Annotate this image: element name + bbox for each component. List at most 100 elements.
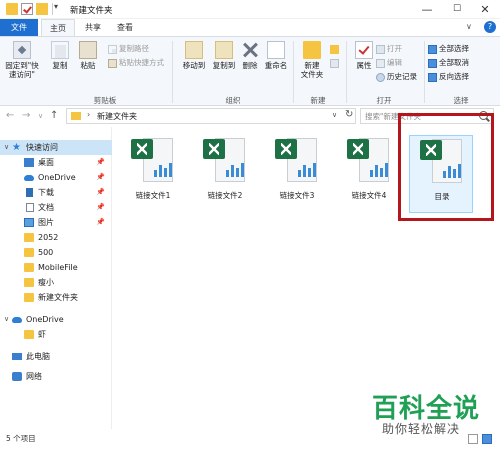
folder-icon <box>24 248 34 257</box>
pin-icon: 📌 <box>96 203 105 211</box>
new-folder-quick-icon[interactable] <box>36 3 48 15</box>
copy-path-button[interactable]: 复制路径 <box>108 43 149 54</box>
history-icon <box>376 72 385 82</box>
properties-quick-icon[interactable] <box>21 3 33 15</box>
ribbon-tabs: 文件 主页 共享 查看 ∨ ? <box>0 19 500 36</box>
sidebar-item-new-folder[interactable]: 新建文件夹 <box>0 290 112 305</box>
minimize-button[interactable]: — <box>412 0 442 19</box>
refresh-icon[interactable]: ↻ <box>345 109 353 120</box>
sidebar-item-mobilefile[interactable]: MobileFile <box>0 260 112 275</box>
tab-home[interactable]: 主页 <box>41 19 75 36</box>
new-group-label: 新建 <box>310 96 326 105</box>
invert-selection-button[interactable]: 反向选择 <box>428 71 469 82</box>
history-button[interactable]: 历史记录 <box>376 71 417 82</box>
pin-icon: 📌 <box>96 173 105 181</box>
recent-locations-icon[interactable]: ∨ <box>38 112 43 120</box>
pin-label: 固定到"快 速访问" <box>5 61 39 79</box>
select-group-label: 选择 <box>453 96 469 105</box>
tab-file[interactable]: 文件 <box>0 19 38 36</box>
back-arrow-icon[interactable]: ← <box>6 110 14 121</box>
cloud-icon <box>24 175 34 181</box>
file-name: 链接文件1 <box>135 191 171 200</box>
tab-share[interactable]: 共享 <box>78 19 108 36</box>
select-all-button[interactable]: 全部选择 <box>428 43 469 54</box>
copy-path-label: 复制路径 <box>119 44 149 53</box>
sidebar-item-pictures[interactable]: 图片 📌 <box>0 215 112 230</box>
new-folder-button[interactable]: 新建 文件夹 <box>292 41 332 79</box>
folder-icon <box>24 263 34 272</box>
pin-icon: 📌 <box>96 218 105 226</box>
folder-icon <box>24 278 34 287</box>
pin-icon: 📌 <box>96 158 105 166</box>
sidebar-item-desktop[interactable]: 桌面 📌 <box>0 155 112 170</box>
move-to-label: 移动到 <box>182 61 206 70</box>
folder-icon <box>24 293 34 302</box>
sidebar-item-shouxiao[interactable]: 瘦小 <box>0 275 112 290</box>
document-icon <box>26 203 34 212</box>
file-item[interactable]: 链接文件3 <box>265 135 329 213</box>
help-icon[interactable]: ? <box>484 21 496 33</box>
chevron-down-icon[interactable]: ∨ <box>4 312 9 327</box>
sidebar-item-2052[interactable]: 2052 <box>0 230 112 245</box>
customize-toolbar-icon[interactable]: ▾ <box>54 2 58 11</box>
sidebar-item-label: 桌面 <box>38 158 54 167</box>
up-arrow-icon[interactable]: ↑ <box>50 110 58 121</box>
sidebar-item-network[interactable]: 网络 <box>0 369 112 384</box>
sidebar-item-label: 网络 <box>26 372 42 381</box>
chevron-right-icon[interactable]: › <box>87 110 90 119</box>
select-none-button[interactable]: 全部取消 <box>428 57 469 68</box>
maximize-button[interactable]: ☐ <box>442 0 472 19</box>
sidebar-item-label: 快速访问 <box>26 143 58 152</box>
rename-button[interactable]: 重命名 <box>256 41 296 70</box>
cloud-icon <box>12 317 22 323</box>
sidebar-item-this-pc[interactable]: 此电脑 <box>0 349 112 364</box>
sidebar-item-documents[interactable]: 文档 📌 <box>0 200 112 215</box>
edit-icon <box>376 58 385 68</box>
item-count: 5 个项目 <box>6 434 36 443</box>
chevron-down-icon[interactable]: ∨ <box>4 140 9 155</box>
sidebar-item-label: 2052 <box>38 233 59 242</box>
file-item[interactable]: 链接文件1 <box>121 135 185 213</box>
sidebar-item-label: 500 <box>38 248 54 257</box>
invert-selection-label: 反向选择 <box>439 72 469 81</box>
ribbon: 固定到"快 速访问" 复制 粘贴 复制路径 粘贴快捷方式 剪贴板 移动到 复制到… <box>0 36 500 106</box>
easy-access-button[interactable] <box>330 57 341 68</box>
sidebar-item-label: 虾 <box>38 330 46 339</box>
new-folder-label: 新建 文件夹 <box>300 61 324 79</box>
clipboard-group-label: 剪贴板 <box>93 96 117 105</box>
select-none-label: 全部取消 <box>439 58 469 67</box>
invert-selection-icon <box>428 72 437 82</box>
sidebar-item-xia[interactable]: 虾 <box>0 327 112 342</box>
computer-icon <box>12 353 22 360</box>
address-path[interactable]: 新建文件夹 <box>97 111 137 122</box>
expand-ribbon-icon[interactable]: ∨ <box>466 22 472 31</box>
rename-label: 重命名 <box>264 61 288 70</box>
sidebar-item-500[interactable]: 500 <box>0 245 112 260</box>
sidebar-item-label: MobileFile <box>38 263 78 272</box>
open-button[interactable]: 打开 <box>376 43 402 54</box>
pin-icon <box>13 41 31 59</box>
pin-quick-access-button[interactable]: 固定到"快 速访问" <box>2 41 42 79</box>
sidebar-item-onedrive-quick[interactable]: OneDrive 📌 <box>0 170 112 185</box>
select-none-icon <box>428 58 437 68</box>
title-bar: ▾ 新建文件夹 — ☐ ✕ <box>0 0 500 19</box>
chevron-down-icon[interactable]: ∨ <box>332 111 337 119</box>
paste-label: 粘贴 <box>80 61 96 70</box>
sidebar-item-quick-access[interactable]: ∨ ★ 快速访问 <box>0 140 112 155</box>
sidebar-item-downloads[interactable]: 下载 📌 <box>0 185 112 200</box>
address-input[interactable]: › 新建文件夹 ∨ ↻ <box>66 108 356 124</box>
file-item[interactable]: 链接文件4 <box>337 135 401 213</box>
sidebar-item-label: 图片 <box>38 218 54 227</box>
edit-button[interactable]: 编辑 <box>376 57 402 68</box>
paste-shortcut-button[interactable]: 粘贴快捷方式 <box>108 57 164 68</box>
sidebar-item-onedrive[interactable]: ∨ OneDrive <box>0 312 112 327</box>
folder-icon <box>24 233 34 242</box>
close-button[interactable]: ✕ <box>470 0 500 19</box>
paste-button[interactable]: 粘贴 <box>68 41 108 70</box>
new-item-button[interactable] <box>330 43 341 54</box>
sidebar-item-label: OneDrive <box>38 173 76 182</box>
file-item[interactable]: 链接文件2 <box>193 135 257 213</box>
tab-view[interactable]: 查看 <box>110 19 140 36</box>
forward-arrow-icon[interactable]: → <box>22 110 30 121</box>
watermark-subtitle: 助你轻松解决 <box>382 422 461 436</box>
